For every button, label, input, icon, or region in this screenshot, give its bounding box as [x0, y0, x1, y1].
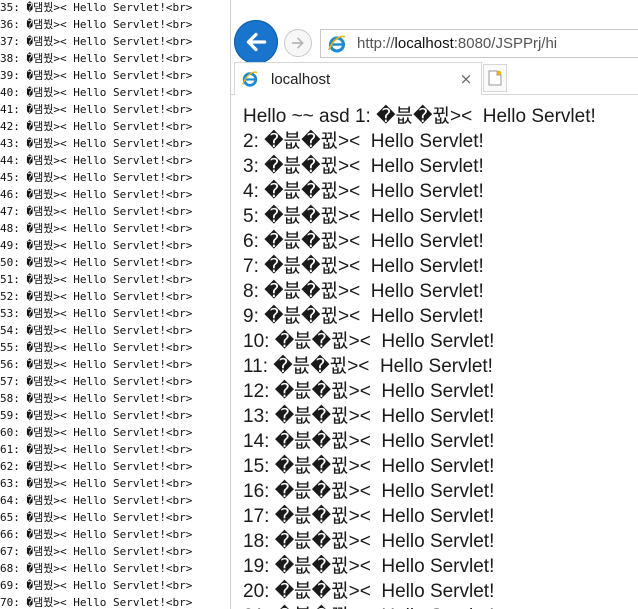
source-line: 52: �댐붰>< Hello Servlet!<br> — [0, 290, 193, 303]
source-line: 69: �댐붰>< Hello Servlet!<br> — [0, 579, 193, 592]
source-line: 41: �댐붰>< Hello Servlet!<br> — [0, 103, 193, 116]
source-line: 53: �댐붰>< Hello Servlet!<br> — [0, 307, 193, 320]
navigation-bar: http://localhost:8080/JSPPrj/hi — [231, 0, 638, 64]
source-line: 55: �댐붰>< Hello Servlet!<br> — [0, 341, 193, 354]
output-line: 3: �븞�뀞>< Hello Servlet! — [243, 156, 484, 177]
source-line: 58: �댐붰>< Hello Servlet!<br> — [0, 392, 193, 405]
output-line: 6: �븞�뀞>< Hello Servlet! — [243, 231, 484, 252]
source-line: 44: �댐붰>< Hello Servlet!<br> — [0, 154, 193, 167]
source-line: 40: �댐붰>< Hello Servlet!<br> — [0, 86, 193, 99]
source-line: 48: �댐붰>< Hello Servlet!<br> — [0, 222, 193, 235]
source-line: 62: �댐붰>< Hello Servlet!<br> — [0, 460, 193, 473]
back-arrow-icon — [246, 32, 267, 52]
tab-title: localhost — [271, 70, 331, 88]
output-line: 2: �븞�뀞>< Hello Servlet! — [243, 131, 484, 152]
source-line: 49: �댐붰>< Hello Servlet!<br> — [0, 239, 193, 252]
address-url[interactable]: http://localhost:8080/JSPPrj/hi — [357, 35, 557, 52]
ie-logo-icon — [327, 34, 347, 54]
ie-logo-icon — [241, 70, 259, 88]
output-line: 15: �븞�뀞>< Hello Servlet! — [243, 456, 495, 477]
source-line: 70: �댐붰>< Hello Servlet!<br> — [0, 596, 193, 609]
close-icon[interactable]: × — [457, 70, 475, 88]
output-line: 4: �븞�뀞>< Hello Servlet! — [243, 181, 484, 202]
source-line: 68: �댐붰>< Hello Servlet!<br> — [0, 562, 193, 575]
tab-localhost[interactable]: localhost × — [234, 62, 482, 95]
back-button[interactable] — [234, 20, 278, 64]
source-lines: 35: �댐붰>< Hello Servlet!<br> 36: �댐붰>< He… — [0, 0, 192, 609]
url-host: localhost — [394, 35, 454, 52]
output-line: 21: �븞�뀞>< Hello Servlet! — [243, 604, 596, 609]
page-content: Hello ~~ asd 1: �븞�뀞>< Hello Servlet! 2: … — [231, 95, 638, 609]
output-line: 14: �븞�뀞>< Hello Servlet! — [243, 431, 495, 452]
source-line: 42: �댐붰>< Hello Servlet!<br> — [0, 120, 193, 133]
source-line: 47: �댐붰>< Hello Servlet!<br> — [0, 205, 193, 218]
url-prefix: http:// — [357, 35, 395, 52]
output-line: 11: �븞�뀞>< Hello Servlet! — [243, 356, 493, 377]
output-line: Hello ~~ asd 1: �븞�뀞>< Hello Servlet! — [243, 106, 596, 127]
source-line: 57: �댐붰>< Hello Servlet!<br> — [0, 375, 193, 388]
source-line: 45: �댐붰>< Hello Servlet!<br> — [0, 171, 193, 184]
browser-window: http://localhost:8080/JSPPrj/hi localhos… — [231, 0, 638, 609]
source-line: 59: �댐붰>< Hello Servlet!<br> — [0, 409, 193, 422]
forward-arrow-icon — [291, 37, 304, 49]
source-line: 60: �댐붰>< Hello Servlet!<br> — [0, 426, 193, 439]
source-line: 64: �댐붰>< Hello Servlet!<br> — [0, 494, 193, 507]
output-line: 10: �븞�뀞>< Hello Servlet! — [243, 331, 495, 352]
new-tab-button[interactable] — [483, 64, 507, 92]
output-line: 17: �븞�뀞>< Hello Servlet! — [243, 506, 495, 527]
tab-bar: localhost × — [231, 62, 638, 95]
source-line: 54: �댐붰>< Hello Servlet!<br> — [0, 324, 193, 337]
output-line: 9: �븞�뀞>< Hello Servlet! — [243, 306, 484, 327]
source-line: 65: �댐붰>< Hello Servlet!<br> — [0, 511, 193, 524]
output-line: 13: �븞�뀞>< Hello Servlet! — [243, 406, 495, 427]
output-line: 20: �븞�뀞>< Hello Servlet! — [243, 581, 495, 602]
source-pane: 35: �댐붰>< Hello Servlet!<br> 36: �댐붰>< He… — [0, 0, 230, 609]
address-bar[interactable]: http://localhost:8080/JSPPrj/hi — [320, 29, 638, 58]
source-line: 61: �댐붰>< Hello Servlet!<br> — [0, 443, 193, 456]
output-line: 7: �븞�뀞>< Hello Servlet! — [243, 256, 484, 277]
source-line: 43: �댐붰>< Hello Servlet!<br> — [0, 137, 193, 150]
content-lines: Hello ~~ asd 1: �븞�뀞>< Hello Servlet! 2: … — [243, 104, 596, 609]
source-line: 39: �댐붰>< Hello Servlet!<br> — [0, 69, 193, 82]
output-line: 19: �븞�뀞>< Hello Servlet! — [243, 556, 495, 577]
source-line: 51: �댐붰>< Hello Servlet!<br> — [0, 273, 193, 286]
source-line: 67: �댐붰>< Hello Servlet!<br> — [0, 545, 193, 558]
source-line: 56: �댐붰>< Hello Servlet!<br> — [0, 358, 193, 371]
source-line: 36: �댐붰>< Hello Servlet!<br> — [0, 18, 193, 31]
source-line: 35: �댐붰>< Hello Servlet!<br> — [0, 1, 193, 14]
source-line: 66: �댐붰>< Hello Servlet!<br> — [0, 528, 193, 541]
output-line: 8: �븞�뀞>< Hello Servlet! — [243, 281, 484, 302]
source-line: 46: �댐붰>< Hello Servlet!<br> — [0, 188, 193, 201]
new-tab-icon — [488, 70, 502, 86]
url-path: :8080/JSPPrj/hi — [453, 35, 558, 52]
output-line: 5: �븞�뀞>< Hello Servlet! — [243, 206, 484, 227]
source-line: 50: �댐붰>< Hello Servlet!<br> — [0, 256, 193, 269]
source-line: 37: �댐붰>< Hello Servlet!<br> — [0, 35, 193, 48]
source-line: 63: �댐붰>< Hello Servlet!<br> — [0, 477, 193, 490]
output-line: 18: �븞�뀞>< Hello Servlet! — [243, 531, 495, 552]
forward-button[interactable] — [284, 29, 312, 57]
output-line: 12: �븞�뀞>< Hello Servlet! — [243, 381, 495, 402]
output-line: 16: �븞�뀞>< Hello Servlet! — [243, 481, 495, 502]
source-line: 38: �댐붰>< Hello Servlet!<br> — [0, 52, 193, 65]
